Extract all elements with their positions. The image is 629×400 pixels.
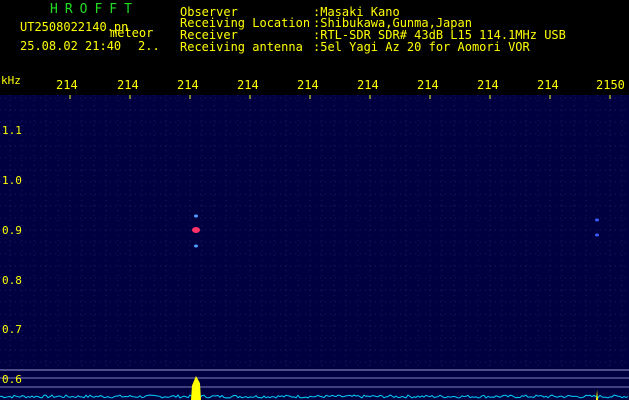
y-tick-label: 1.0 [2, 174, 22, 187]
y-tick-label: 0.6 [2, 373, 22, 386]
antenna-value: :5el Yagi Az 20 for Aomori VOR [313, 40, 530, 54]
y-axis-unit: kHz [1, 74, 21, 87]
x-tick-label: 214 [357, 78, 379, 92]
y-tick-label: 0.8 [2, 274, 22, 287]
echo-mark [194, 244, 198, 248]
y-tick-label: 0.7 [2, 323, 22, 336]
x-tick-label: 214 [177, 78, 199, 92]
echo-mark [194, 214, 198, 218]
x-tick-label: 214 [117, 78, 139, 92]
meteor-echo [192, 227, 200, 233]
file-name-suffix: meteor [110, 26, 154, 40]
y-tick-label: 0.9 [2, 224, 22, 237]
echo-mark [595, 218, 599, 222]
echo-mark [595, 233, 599, 237]
x-tick-label: 214 [537, 78, 559, 92]
timestamp-count: 2.. [138, 39, 160, 53]
x-tick-label: 214 [417, 78, 439, 92]
x-tick-label: 214 [237, 78, 259, 92]
timestamp: 25.08.02 21:40 [20, 39, 122, 53]
x-tick-label: 214 [297, 78, 319, 92]
antenna-label: Receiving antenna [180, 40, 303, 54]
y-tick-label: 1.1 [2, 124, 22, 137]
x-tick-label: 214 [56, 78, 78, 92]
app-title: HROFFT [50, 2, 139, 17]
x-tick-label: 2150 [596, 78, 625, 92]
x-tick-label: 214 [477, 78, 499, 92]
spectrogram-plot [0, 95, 629, 400]
